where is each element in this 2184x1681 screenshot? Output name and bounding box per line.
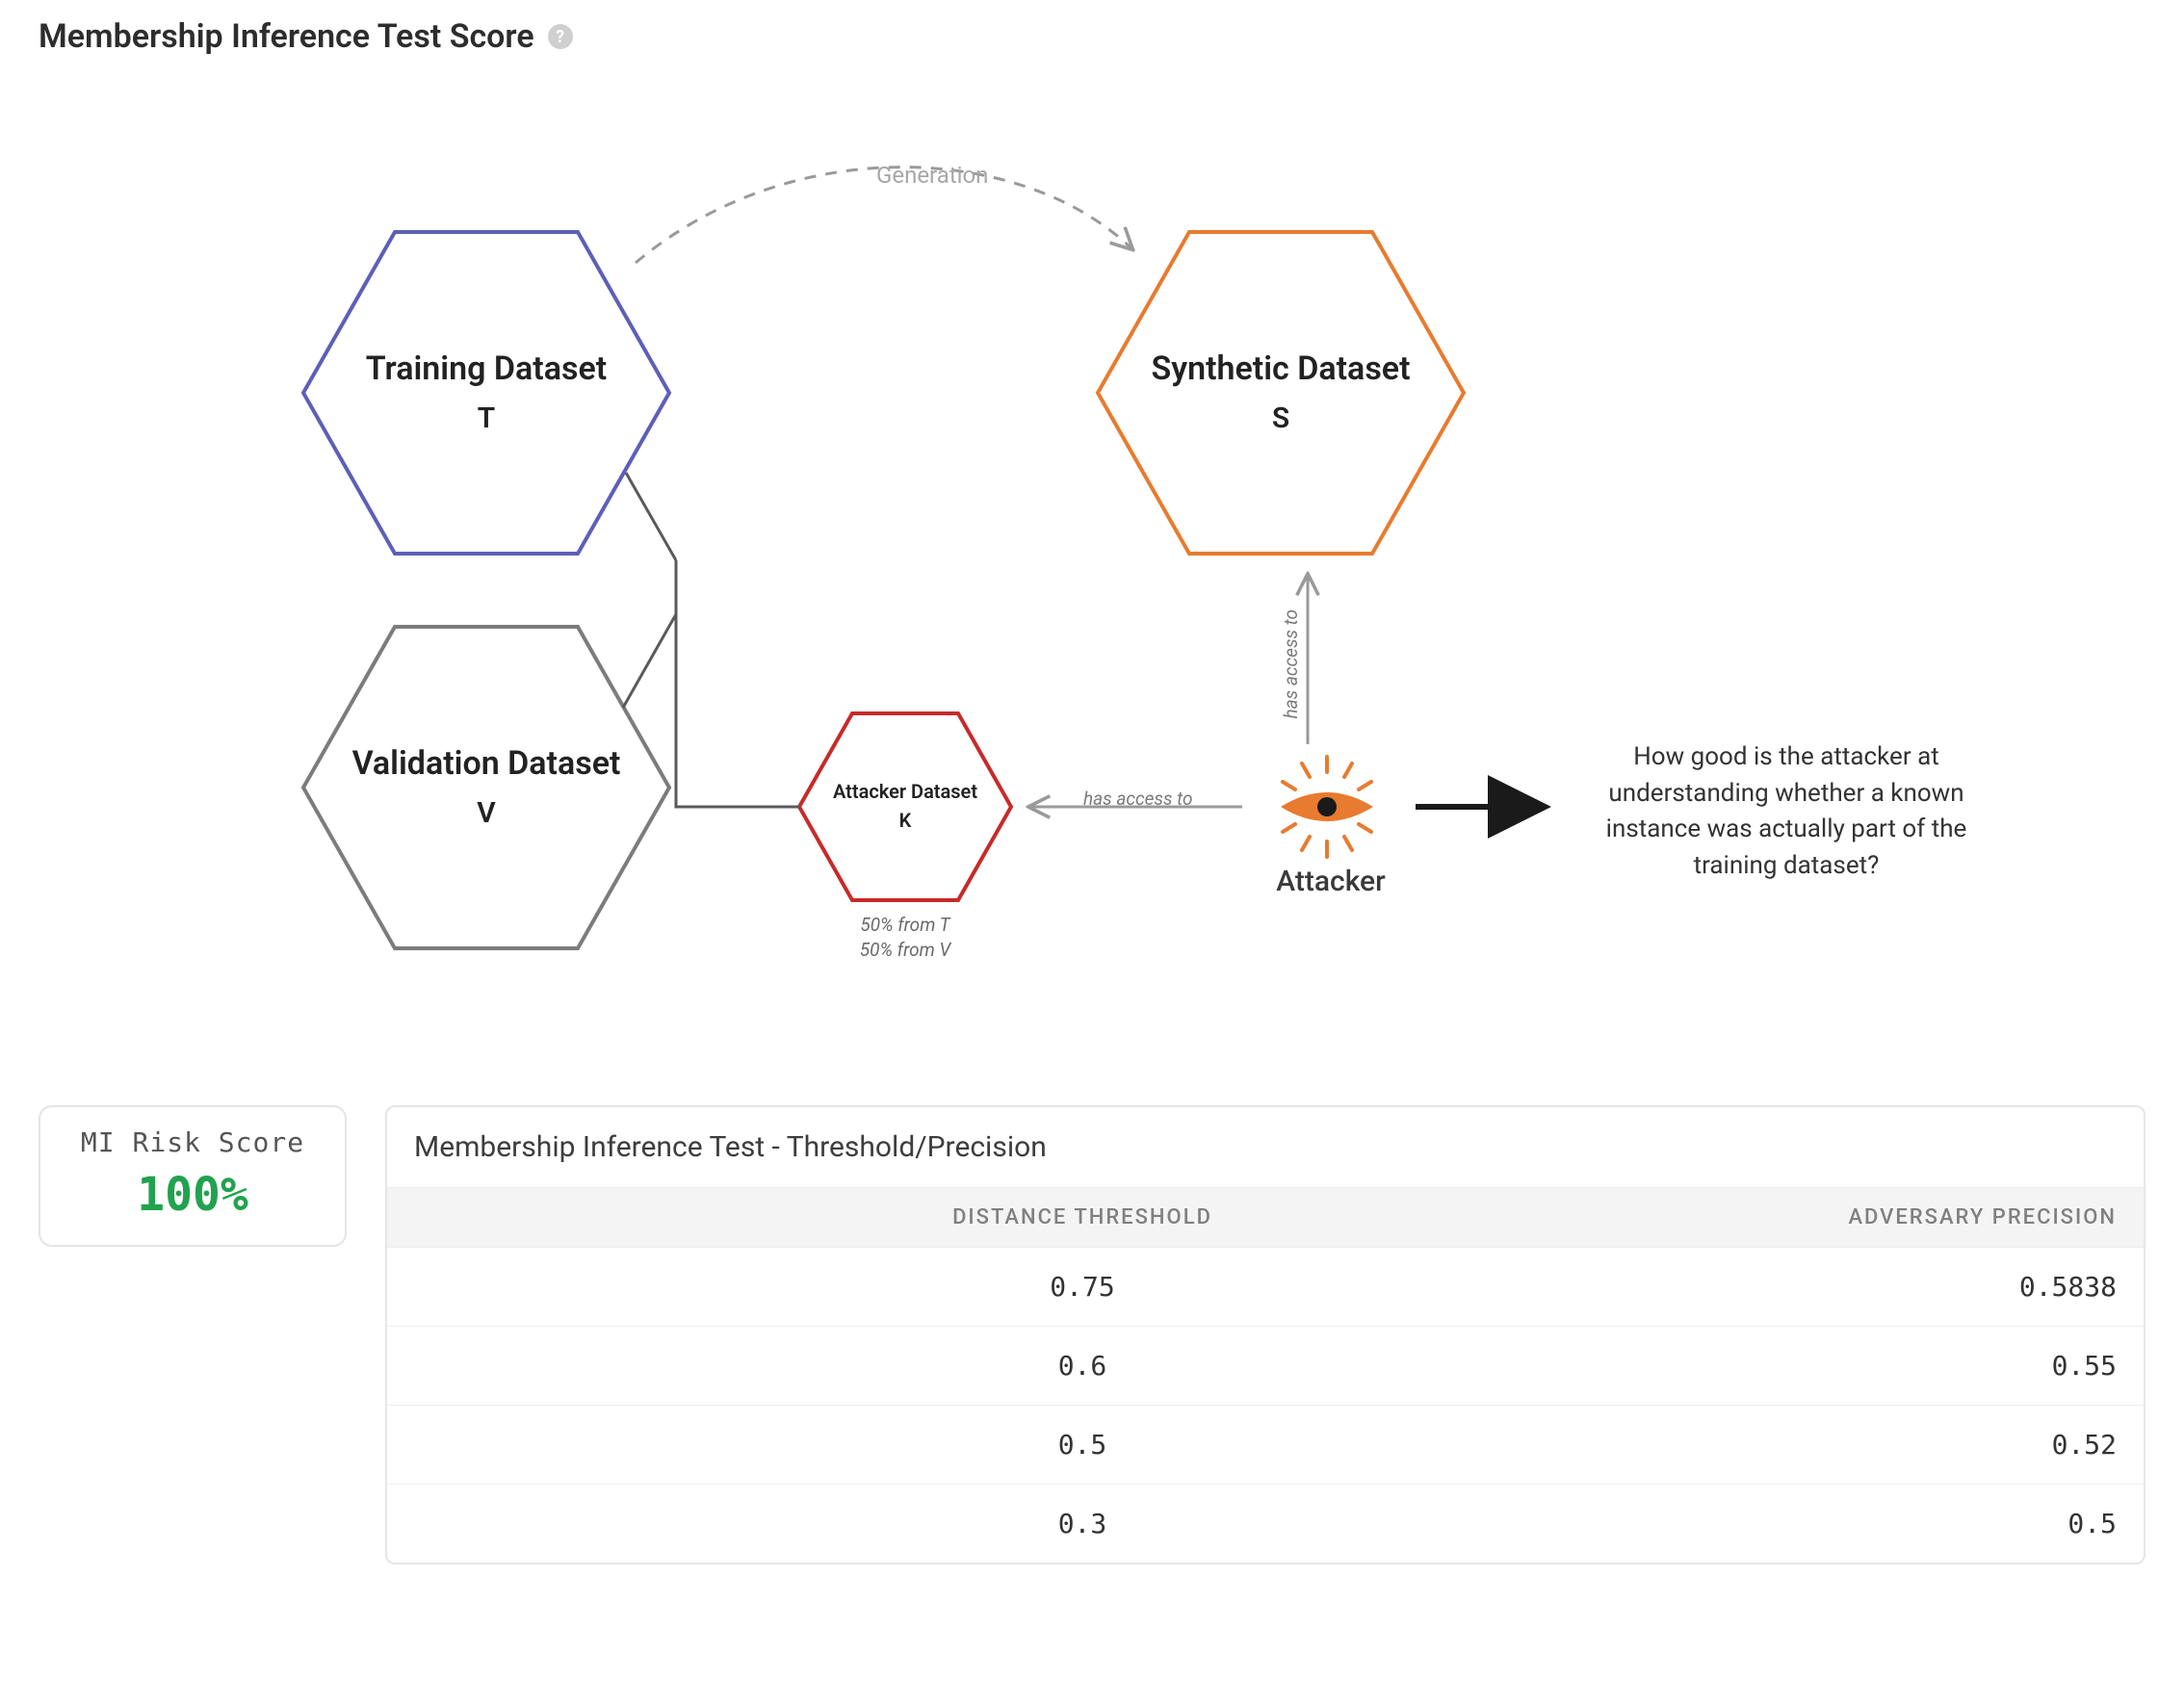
table-row: 0.75 0.5838 xyxy=(387,1247,2144,1326)
attacker-label: Attacker xyxy=(1263,865,1398,898)
page-title: Membership Inference Test Score xyxy=(39,17,534,56)
composition-line-1: 50% from T xyxy=(828,913,982,938)
diagram-canvas: Training Dataset T Validation Dataset V … xyxy=(39,75,2080,1067)
synthetic-hexagon xyxy=(1098,232,1464,554)
table-row: 0.6 0.55 xyxy=(387,1326,2144,1405)
edge-t-to-junction xyxy=(626,473,676,560)
column-header-precision: ADVERSARY PRECISION xyxy=(1751,1205,2117,1229)
table-header-row: DISTANCE THRESHOLD ADVERSARY PRECISION xyxy=(387,1188,2144,1247)
cell-precision: 0.5838 xyxy=(1751,1271,2117,1303)
page-title-row: Membership Inference Test Score ? xyxy=(39,17,2145,56)
risk-score-title: MI Risk Score xyxy=(65,1126,320,1158)
access-to-k-label: has access to xyxy=(1083,788,1193,810)
column-header-threshold: DISTANCE THRESHOLD xyxy=(414,1205,1751,1229)
cell-precision: 0.55 xyxy=(1751,1350,2117,1382)
cell-threshold: 0.75 xyxy=(414,1271,1751,1303)
risk-score-card: MI Risk Score 100% xyxy=(39,1105,347,1247)
attacker-question-text: How good is the attacker at understandin… xyxy=(1579,739,1993,885)
attacker-dataset-composition: 50% from T 50% from V xyxy=(828,913,982,962)
bottom-section: MI Risk Score 100% Membership Inference … xyxy=(39,1105,2145,1565)
edge-v-to-junction xyxy=(623,614,676,708)
cell-precision: 0.52 xyxy=(1751,1429,2117,1461)
access-to-s-label: has access to xyxy=(1280,609,1302,719)
attacker-dataset-hexagon xyxy=(799,713,1011,900)
validation-hexagon xyxy=(303,627,669,948)
composition-line-2: 50% from V xyxy=(828,938,982,963)
cell-threshold: 0.5 xyxy=(414,1429,1751,1461)
table-row: 0.5 0.52 xyxy=(387,1405,2144,1484)
training-hexagon xyxy=(303,232,669,554)
help-icon[interactable]: ? xyxy=(548,24,573,49)
threshold-precision-table: Membership Inference Test - Threshold/Pr… xyxy=(385,1105,2145,1565)
cell-threshold: 0.3 xyxy=(414,1508,1751,1539)
generation-label: Generation xyxy=(876,162,988,189)
table-row: 0.3 0.5 xyxy=(387,1484,2144,1563)
risk-score-value: 100% xyxy=(65,1168,320,1222)
cell-threshold: 0.6 xyxy=(414,1350,1751,1382)
edge-junction-to-k xyxy=(676,614,799,807)
table-title: Membership Inference Test - Threshold/Pr… xyxy=(387,1107,2144,1188)
cell-precision: 0.5 xyxy=(1751,1508,2117,1539)
attacker-eye-icon xyxy=(1281,757,1373,857)
